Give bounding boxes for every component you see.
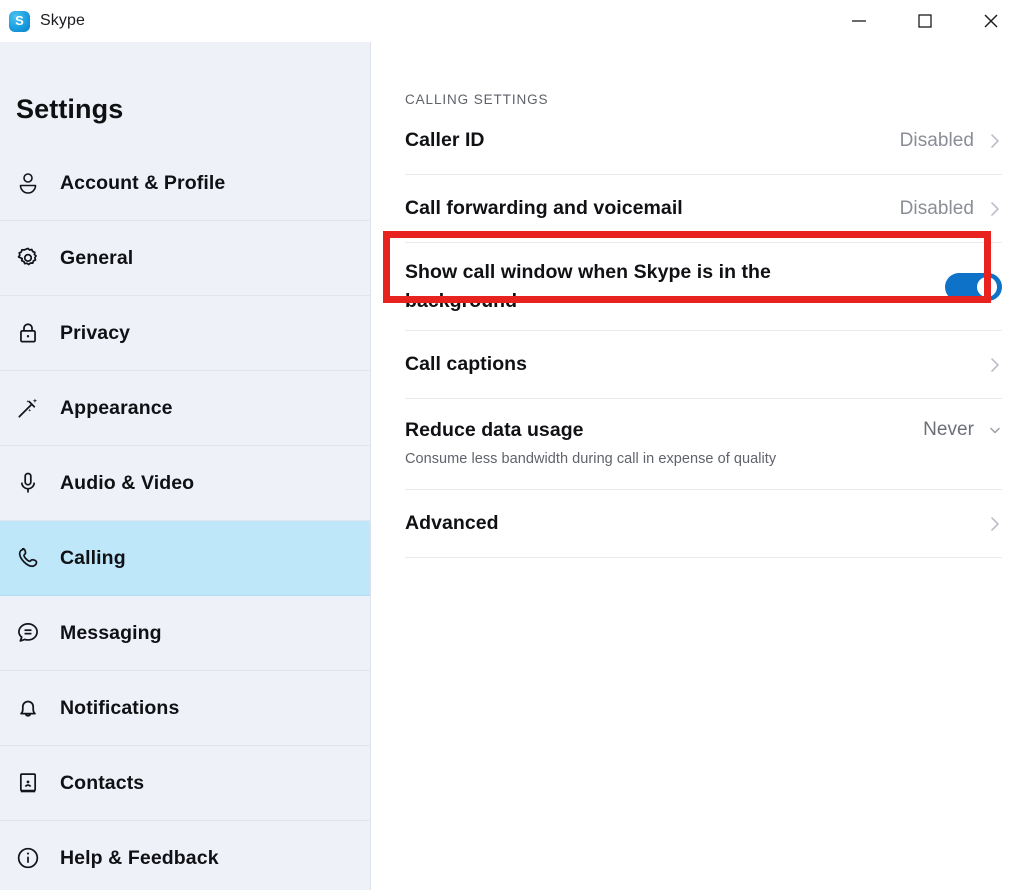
chevron-right-icon bbox=[991, 133, 999, 148]
sidebar-item-notifications[interactable]: Notifications bbox=[0, 671, 370, 746]
window-controls bbox=[826, 0, 1024, 42]
setting-label: Show call window when Skype is in the ba… bbox=[405, 261, 771, 312]
close-icon bbox=[984, 14, 998, 28]
setting-label: Caller ID bbox=[405, 129, 485, 152]
sidebar-item-label: Audio & Video bbox=[60, 471, 195, 494]
title-bar: S Skype bbox=[0, 0, 1024, 42]
sidebar-item-label: General bbox=[60, 246, 134, 269]
minimize-button[interactable] bbox=[826, 0, 892, 42]
setting-row-advanced[interactable]: Advanced bbox=[405, 490, 1002, 558]
setting-row-show-call-window[interactable]: Show call window when Skype is in the ba… bbox=[405, 243, 1002, 331]
bell-icon bbox=[14, 694, 42, 722]
sidebar-item-label: Privacy bbox=[60, 321, 131, 344]
settings-sidebar: Settings Account & Profile General Priva… bbox=[0, 42, 371, 890]
sidebar-item-label: Appearance bbox=[60, 396, 173, 419]
setting-label: Advanced bbox=[405, 512, 499, 535]
person-icon bbox=[14, 169, 42, 197]
sidebar-item-general[interactable]: General bbox=[0, 221, 370, 296]
setting-value: Disabled bbox=[899, 129, 974, 151]
settings-nav-list: Account & Profile General Privacy Appear… bbox=[0, 146, 370, 890]
setting-row-right: Disabled bbox=[900, 198, 1002, 220]
microphone-icon bbox=[14, 469, 42, 497]
toggle-knob bbox=[977, 276, 997, 297]
chevron-down-icon[interactable] bbox=[988, 423, 1002, 437]
reduce-data-usage-description: Consume less bandwidth during call in ex… bbox=[405, 451, 1002, 490]
section-heading: CALLING SETTINGS bbox=[405, 92, 549, 107]
setting-row-right bbox=[945, 272, 1002, 301]
sidebar-item-messaging[interactable]: Messaging bbox=[0, 596, 370, 671]
chevron-right-icon bbox=[991, 357, 999, 372]
setting-row-right bbox=[988, 354, 1002, 376]
setting-value: Disabled bbox=[899, 197, 974, 219]
phone-icon bbox=[14, 544, 42, 572]
setting-row-right: Disabled bbox=[900, 130, 1002, 152]
setting-row-reduce-data-usage[interactable]: Reduce data usage Never bbox=[405, 399, 1002, 451]
gear-icon bbox=[14, 244, 42, 272]
maximize-button[interactable] bbox=[892, 0, 958, 42]
magic-wand-icon bbox=[14, 394, 42, 422]
chevron-right-icon bbox=[991, 201, 999, 216]
setting-label: Reduce data usage bbox=[405, 418, 584, 441]
sidebar-item-label: Messaging bbox=[60, 621, 162, 644]
settings-row-list: Caller ID Disabled Call forwarding and v… bbox=[372, 107, 1024, 558]
sidebar-item-label: Contacts bbox=[60, 771, 145, 794]
contact-book-icon bbox=[14, 769, 42, 797]
app-title: Skype bbox=[40, 12, 85, 29]
sidebar-item-help-feedback[interactable]: Help & Feedback bbox=[0, 821, 370, 890]
maximize-icon bbox=[918, 14, 932, 28]
calling-settings-panel: CALLING SETTINGS Caller ID Disabled Call… bbox=[372, 42, 1024, 890]
sidebar-item-label: Help & Feedback bbox=[60, 846, 219, 869]
setting-label: Call captions bbox=[405, 353, 528, 376]
sidebar-item-privacy[interactable]: Privacy bbox=[0, 296, 370, 371]
sidebar-item-label: Notifications bbox=[60, 696, 180, 719]
setting-row-caller-id[interactable]: Caller ID Disabled bbox=[405, 107, 1002, 175]
lock-icon bbox=[14, 319, 42, 347]
close-button[interactable] bbox=[958, 0, 1024, 42]
sidebar-item-appearance[interactable]: Appearance bbox=[0, 371, 370, 446]
chevron-right-icon bbox=[991, 516, 999, 531]
skype-logo-letter: S bbox=[15, 13, 24, 28]
sidebar-item-calling[interactable]: Calling bbox=[0, 521, 370, 596]
setting-row-call-forwarding-voicemail[interactable]: Call forwarding and voicemail Disabled bbox=[405, 175, 1002, 243]
chat-bubble-icon bbox=[14, 619, 42, 647]
setting-row-right: Never bbox=[923, 419, 1002, 441]
sidebar-item-audio-video[interactable]: Audio & Video bbox=[0, 446, 370, 521]
setting-row-call-captions[interactable]: Call captions bbox=[405, 331, 1002, 399]
sidebar-item-contacts[interactable]: Contacts bbox=[0, 746, 370, 821]
setting-row-right bbox=[988, 513, 1002, 535]
setting-label: Call forwarding and voicemail bbox=[405, 197, 683, 220]
minimize-icon bbox=[852, 20, 866, 22]
sidebar-item-account-profile[interactable]: Account & Profile bbox=[0, 146, 370, 221]
sidebar-item-label: Calling bbox=[60, 546, 126, 569]
skype-logo-icon: S bbox=[9, 10, 30, 32]
show-call-window-toggle[interactable] bbox=[945, 272, 1002, 301]
page-title: Settings bbox=[16, 94, 124, 124]
reduce-data-usage-value[interactable]: Never bbox=[923, 419, 974, 441]
info-circle-icon bbox=[14, 844, 42, 872]
app-identity: S Skype bbox=[0, 10, 85, 32]
sidebar-item-label: Account & Profile bbox=[60, 171, 226, 194]
